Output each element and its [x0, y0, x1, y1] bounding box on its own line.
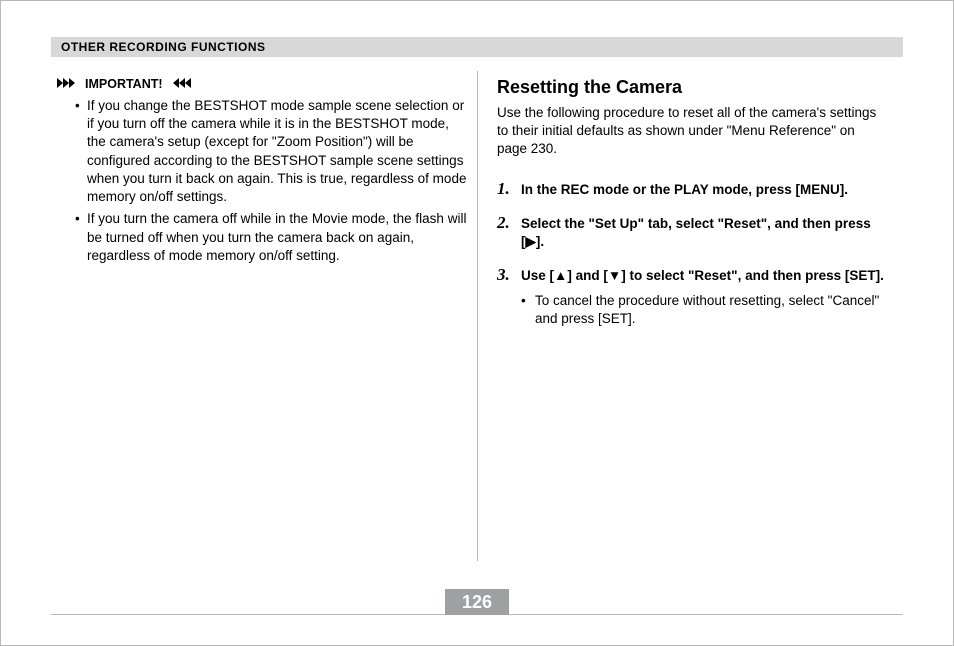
section-title: Resetting the Camera	[497, 77, 887, 98]
column-divider	[477, 71, 478, 561]
page-number: 126	[445, 589, 509, 615]
step-item: Use [▲] and [▼] to select "Reset", and t…	[497, 267, 887, 328]
step-text: Select the "Set Up" tab, select "Reset",…	[521, 215, 887, 251]
step-item: In the REC mode or the PLAY mode, press …	[497, 181, 887, 199]
section-intro: Use the following procedure to reset all…	[497, 104, 887, 159]
list-item: To cancel the procedure without resettin…	[521, 292, 887, 328]
triangle-left-icon	[169, 77, 191, 91]
list-item: If you change the BESTSHOT mode sample s…	[75, 97, 467, 206]
important-label: IMPORTANT!	[85, 77, 163, 91]
list-item: If you turn the camera off while in the …	[75, 210, 467, 265]
right-column: Resetting the Camera Use the following p…	[477, 71, 897, 575]
step-text: Use [▲] and [▼] to select "Reset", and t…	[521, 267, 887, 285]
step-item: Select the "Set Up" tab, select "Reset",…	[497, 215, 887, 251]
content-columns: IMPORTANT! If you change the BESTSHOT mo…	[57, 71, 897, 575]
manual-page: OTHER RECORDING FUNCTIONS IMPORTANT!	[0, 0, 954, 646]
page-footer: 126	[51, 587, 903, 615]
section-header-title: OTHER RECORDING FUNCTIONS	[51, 40, 266, 54]
left-column: IMPORTANT! If you change the BESTSHOT mo…	[57, 71, 477, 575]
step-text: In the REC mode or the PLAY mode, press …	[521, 181, 887, 199]
important-heading: IMPORTANT!	[57, 77, 467, 91]
important-bullet-list: If you change the BESTSHOT mode sample s…	[75, 97, 467, 265]
triangle-right-icon	[57, 77, 79, 91]
step-sub-list: To cancel the procedure without resettin…	[521, 292, 887, 328]
procedure-steps: In the REC mode or the PLAY mode, press …	[497, 181, 887, 328]
section-header-bar: OTHER RECORDING FUNCTIONS	[51, 37, 903, 57]
